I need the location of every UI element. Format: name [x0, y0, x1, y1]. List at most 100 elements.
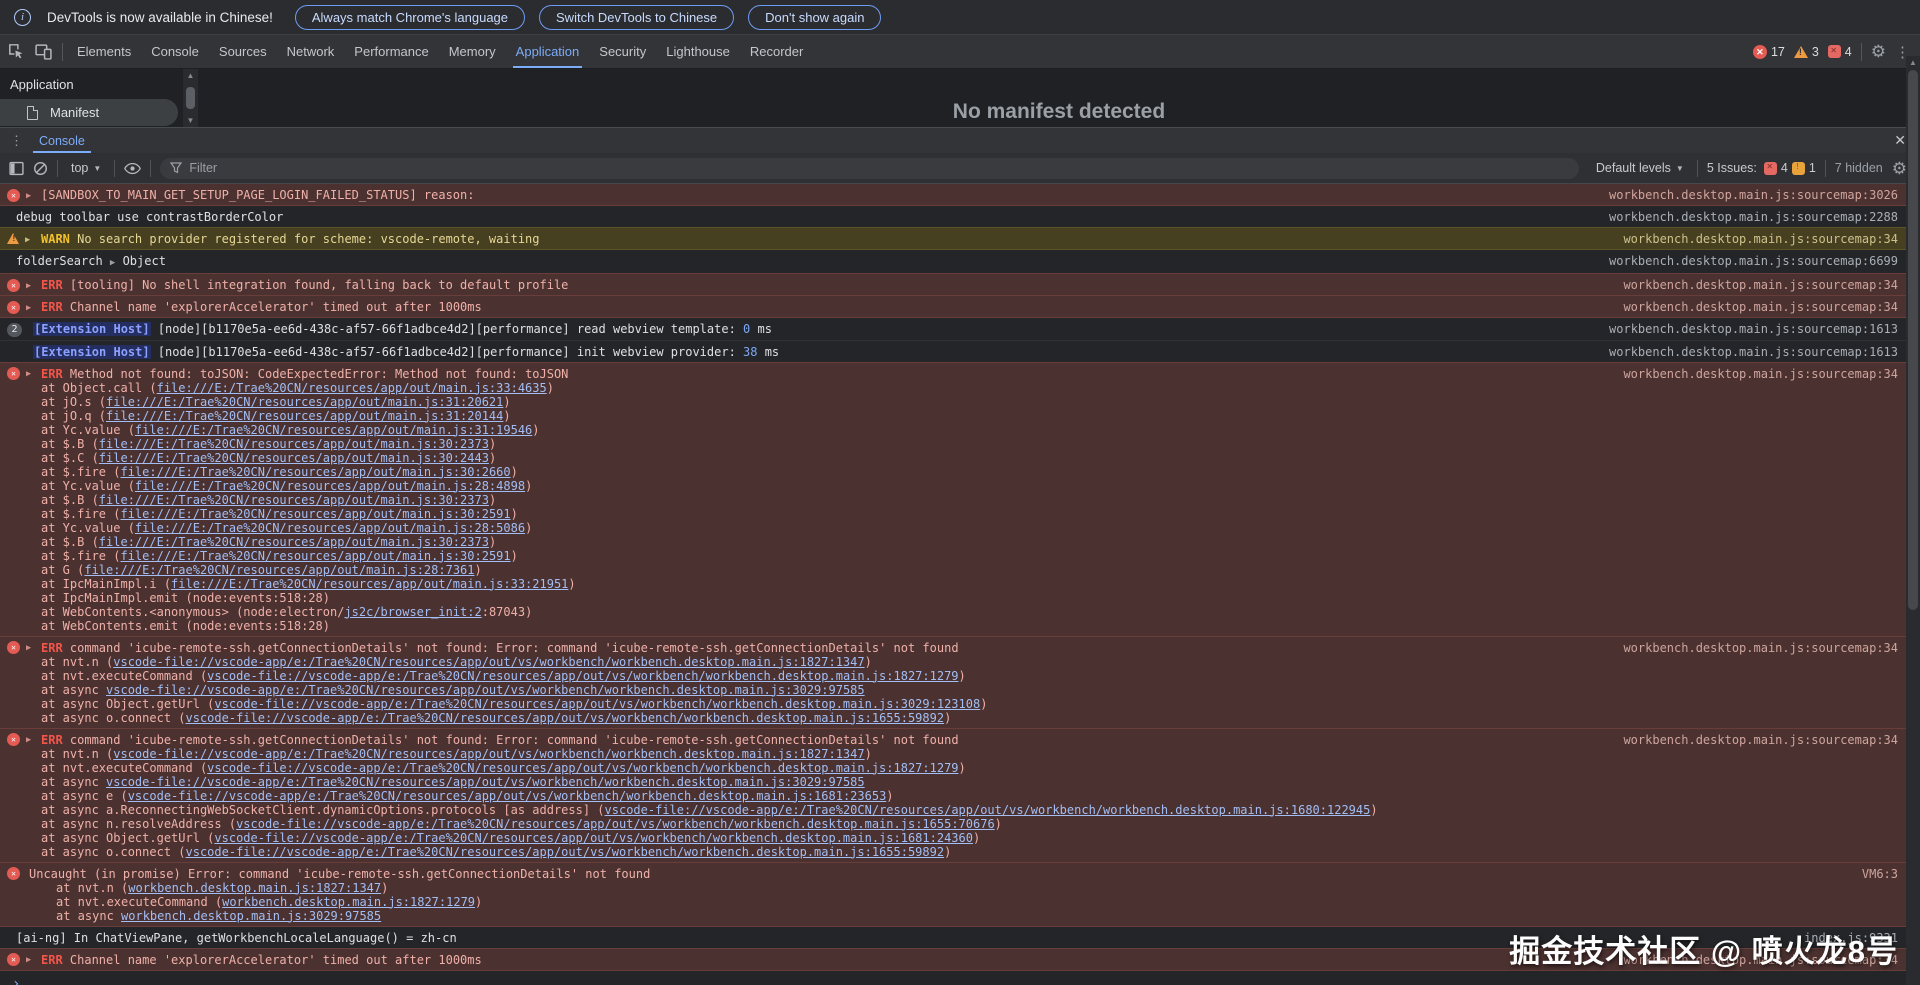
device-toolbar-icon[interactable] [35, 43, 52, 60]
console-message: ✕▶ERR command 'icube-remote-ssh.getConne… [0, 728, 1906, 863]
message-content: ERR Channel name 'explorerAccelerator' t… [41, 953, 1603, 967]
stack-link[interactable]: file:///E:/Trae%20CN/resources/app/out/m… [135, 479, 525, 493]
source-location[interactable]: workbench.desktop.main.js:sourcemap:3026 [1589, 188, 1898, 202]
source-location[interactable]: VM6:3 [1842, 867, 1898, 881]
tab-application[interactable]: Application [506, 35, 590, 68]
stack-link[interactable]: workbench.desktop.main.js:1827:1347 [128, 881, 381, 895]
source-location[interactable]: workbench.desktop.main.js:sourcemap:1613 [1589, 345, 1898, 359]
stack-link[interactable]: file:///E:/Trae%20CN/resources/app/out/m… [120, 465, 510, 479]
expand-triangle-icon[interactable]: ▶ [26, 367, 31, 380]
scroll-thumb[interactable] [1908, 70, 1918, 610]
sidebar-scrollbar[interactable]: ▲ ▼ [183, 69, 198, 127]
stack-link[interactable]: file:///E:/Trae%20CN/resources/app/out/m… [120, 507, 510, 521]
issues-count: 4 [1845, 45, 1852, 59]
stack-link[interactable]: file:///E:/Trae%20CN/resources/app/out/m… [106, 409, 503, 423]
clear-console-icon[interactable] [33, 161, 48, 176]
stack-link[interactable]: vscode-file://vscode-app/e:/Trae%20CN/re… [207, 669, 958, 683]
expand-triangle-icon[interactable]: ▶ [26, 953, 31, 966]
infobar-button-1[interactable]: Switch DevTools to Chinese [539, 5, 734, 30]
infobar-button-2[interactable]: Don't show again [748, 5, 881, 30]
stack-link[interactable]: vscode-file://vscode-app/e:/Trae%20CN/re… [106, 775, 865, 789]
source-location[interactable]: workbench.desktop.main.js:sourcemap:34 [1603, 278, 1898, 292]
console-filter-input[interactable]: Filter [160, 158, 1579, 179]
stack-link[interactable]: vscode-file://vscode-app/e:/Trae%20CN/re… [186, 711, 945, 725]
source-location[interactable]: workbench.desktop.main.js:sourcemap:34 [1603, 641, 1898, 655]
sidebar-item-manifest[interactable]: Manifest [0, 99, 178, 126]
tab-performance[interactable]: Performance [344, 35, 438, 68]
chevron-down-icon: ▼ [1676, 164, 1684, 173]
context-selector[interactable]: top ▼ [67, 161, 105, 175]
text-segment: at $.C ( [41, 451, 99, 465]
scroll-up-icon[interactable]: ▲ [187, 71, 195, 80]
tab-elements[interactable]: Elements [67, 35, 141, 68]
console-sidebar-toggle-icon[interactable] [9, 161, 24, 176]
message-gutter: ✕▶ [7, 953, 41, 967]
console-error-counter[interactable]: ✕ 17 [1753, 45, 1785, 59]
expand-triangle-icon[interactable]: ▶ [26, 733, 31, 746]
infobar-button-0[interactable]: Always match Chrome's language [295, 5, 525, 30]
stack-link[interactable]: vscode-file://vscode-app/e:/Trae%20CN/re… [113, 747, 864, 761]
expand-triangle-icon[interactable]: ▶ [26, 641, 31, 654]
message-gutter: ✕ [7, 867, 29, 881]
message-gutter: ✕▶ [7, 367, 41, 381]
stack-link[interactable]: file:///E:/Trae%20CN/resources/app/out/m… [99, 535, 489, 549]
console-settings-gear-icon[interactable]: ⚙ [1892, 160, 1907, 177]
tab-memory[interactable]: Memory [439, 35, 506, 68]
console-warning-counter[interactable]: 3 [1794, 45, 1819, 59]
stack-link[interactable]: js2c/browser_init:2 [344, 605, 481, 619]
expand-triangle-icon[interactable]: ▶ [26, 278, 31, 291]
tab-sources[interactable]: Sources [209, 35, 277, 68]
scroll-up-icon[interactable]: ▲ [1909, 58, 1917, 67]
source-location[interactable]: workbench.desktop.main.js:sourcemap:2288 [1589, 210, 1898, 224]
stack-link[interactable]: vscode-file://vscode-app/e:/Trae%20CN/re… [106, 683, 865, 697]
tab-console[interactable]: Console [141, 35, 209, 68]
inspect-element-icon[interactable] [8, 43, 25, 60]
stack-link[interactable]: vscode-file://vscode-app/e:/Trae%20CN/re… [605, 803, 1371, 817]
stack-link[interactable]: vscode-file://vscode-app/e:/Trae%20CN/re… [128, 789, 887, 803]
stack-link[interactable]: file:///E:/Trae%20CN/resources/app/out/m… [157, 381, 547, 395]
console-scrollbar[interactable]: ▲ [1906, 56, 1920, 985]
scroll-down-icon[interactable]: ▼ [187, 116, 195, 125]
stack-link[interactable]: vscode-file://vscode-app/e:/Trae%20CN/re… [214, 831, 973, 845]
stack-link[interactable]: file:///E:/Trae%20CN/resources/app/out/m… [120, 549, 510, 563]
stack-link[interactable]: workbench.desktop.main.js:1827:1279 [222, 895, 475, 909]
stack-link[interactable]: file:///E:/Trae%20CN/resources/app/out/m… [171, 577, 568, 591]
stack-link[interactable]: file:///E:/Trae%20CN/resources/app/out/m… [99, 451, 489, 465]
tab-recorder[interactable]: Recorder [740, 35, 813, 68]
tab-security[interactable]: Security [589, 35, 656, 68]
stack-link[interactable]: vscode-file://vscode-app/e:/Trae%20CN/re… [236, 817, 995, 831]
tab-network[interactable]: Network [277, 35, 345, 68]
stack-link[interactable]: vscode-file://vscode-app/e:/Trae%20CN/re… [207, 761, 958, 775]
stack-link[interactable]: file:///E:/Trae%20CN/resources/app/out/m… [99, 493, 489, 507]
scroll-thumb[interactable] [186, 87, 195, 109]
source-location[interactable]: workbench.desktop.main.js:sourcemap:34 [1603, 300, 1898, 314]
stack-link[interactable]: vscode-file://vscode-app/e:/Trae%20CN/re… [214, 697, 980, 711]
source-location[interactable]: workbench.desktop.main.js:sourcemap:34 [1603, 367, 1898, 381]
source-location[interactable]: workbench.desktop.main.js:sourcemap:34 [1603, 232, 1898, 246]
issues-counter[interactable]: 4 [1828, 45, 1852, 59]
expand-triangle-icon[interactable]: ▶ [26, 300, 31, 313]
stack-link[interactable]: file:///E:/Trae%20CN/resources/app/out/m… [106, 395, 503, 409]
tab-lighthouse[interactable]: Lighthouse [656, 35, 740, 68]
console-prompt-chevron[interactable]: › [0, 971, 1906, 985]
text-segment: [Extension Host] [33, 322, 151, 336]
stack-link[interactable]: file:///E:/Trae%20CN/resources/app/out/m… [135, 423, 532, 437]
log-levels-selector[interactable]: Default levels ▼ [1592, 161, 1688, 175]
hidden-messages-label[interactable]: 7 hidden [1835, 161, 1883, 175]
settings-gear-icon[interactable]: ⚙ [1871, 43, 1886, 60]
source-location[interactable]: workbench.desktop.main.js:sourcemap:6699 [1589, 254, 1898, 268]
stack-link[interactable]: vscode-file://vscode-app/e:/Trae%20CN/re… [186, 845, 945, 859]
issues-summary[interactable]: 5 Issues: 4 1 [1707, 161, 1816, 175]
stack-link[interactable]: file:///E:/Trae%20CN/resources/app/out/m… [135, 521, 525, 535]
drawer-tab-console[interactable]: Console [31, 128, 93, 153]
drawer-menu-icon[interactable]: ⋮ [0, 128, 31, 153]
stack-link[interactable]: file:///E:/Trae%20CN/resources/app/out/m… [84, 563, 474, 577]
expand-triangle-icon[interactable]: ▶ [26, 188, 31, 201]
stack-link[interactable]: workbench.desktop.main.js:3029:97585 [121, 909, 381, 923]
source-location[interactable]: workbench.desktop.main.js:sourcemap:34 [1603, 733, 1898, 747]
source-location[interactable]: workbench.desktop.main.js:sourcemap:1613 [1589, 322, 1898, 336]
stack-link[interactable]: vscode-file://vscode-app/e:/Trae%20CN/re… [113, 655, 864, 669]
stack-link[interactable]: file:///E:/Trae%20CN/resources/app/out/m… [99, 437, 489, 451]
live-expression-eye-icon[interactable] [124, 162, 141, 175]
expand-triangle-icon[interactable]: ▶ [25, 232, 30, 245]
